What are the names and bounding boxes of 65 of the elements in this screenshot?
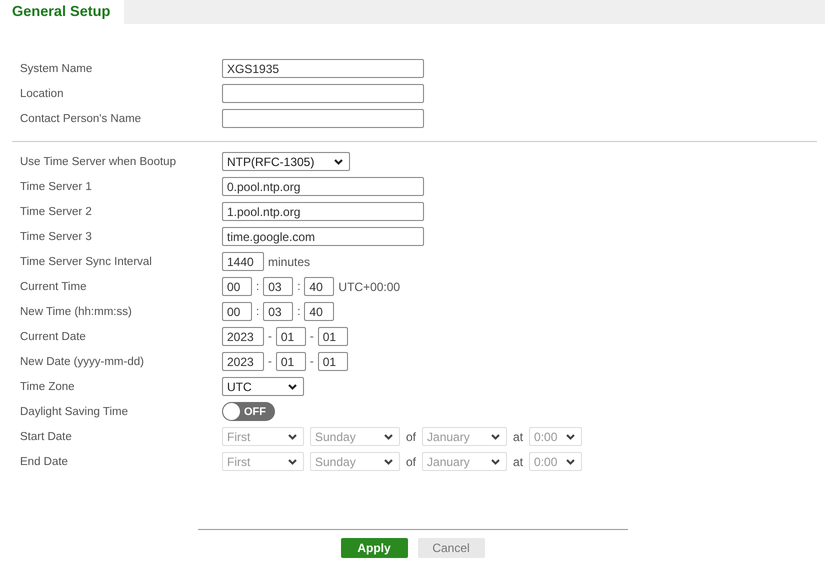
connector-word: at [513, 430, 524, 444]
input-field[interactable]: 1440 [222, 252, 264, 271]
input-field[interactable]: time.google.com [222, 227, 424, 246]
field-label: Contact Person's Name [20, 112, 142, 124]
separator: - [310, 330, 314, 342]
field-label: New Date (yyyy-mm-dd) [20, 356, 145, 368]
field-label: Daylight Saving Time [20, 406, 130, 418]
separator: : [256, 306, 260, 318]
timezone-label: UTC+00:00 [338, 280, 400, 294]
separator: - [268, 356, 272, 368]
toggle-switch[interactable]: OFF [222, 402, 275, 421]
separator: : [297, 306, 300, 318]
field-label: New Time (hh:mm:ss) [20, 306, 133, 318]
input-field[interactable]: 03 [263, 277, 294, 296]
caret-icon [288, 458, 297, 464]
caret-icon [384, 458, 393, 464]
input-field[interactable]: 01 [276, 352, 306, 371]
connector-word: at [513, 454, 524, 468]
input-field[interactable]: 1.pool.ntp.org [222, 202, 424, 221]
caret-icon [566, 458, 576, 464]
input-field[interactable]: 2023 [222, 327, 264, 346]
input-field[interactable]: 00 [222, 277, 252, 296]
caret-icon [334, 158, 344, 164]
dropdown[interactable]: NTP(RFC-1305) [222, 152, 350, 171]
unit-label: minutes [268, 254, 310, 268]
caret-icon [288, 434, 297, 440]
separator: - [310, 356, 314, 368]
field-label: Time Server 3 [20, 230, 93, 242]
caret-icon [288, 384, 297, 390]
field-label: Time Server 2 [20, 206, 93, 218]
input-field[interactable] [222, 109, 424, 128]
input-field[interactable]: 40 [304, 277, 334, 296]
field-label: End Date [20, 456, 69, 468]
input-field[interactable]: 0.pool.ntp.org [222, 177, 424, 196]
field-label: Current Date [20, 330, 87, 342]
input-field[interactable]: XGS1935 [222, 59, 424, 78]
tab[interactable]: General Setup [0, 0, 124, 24]
separator: - [268, 330, 272, 342]
connector-word: of [406, 430, 416, 444]
field-label: Location [20, 88, 64, 100]
caret-icon [566, 434, 576, 440]
field-label: Current Time [20, 280, 88, 292]
field-label: Time Zone [20, 380, 76, 392]
input-field[interactable]: 40 [304, 302, 334, 321]
input-field[interactable] [222, 84, 424, 103]
field-label: Start Date [20, 430, 73, 442]
input-field[interactable]: 01 [318, 352, 348, 371]
input-field[interactable]: 01 [318, 327, 348, 346]
input-field[interactable]: 2023 [222, 352, 264, 371]
input-field[interactable]: 00 [222, 302, 252, 321]
separator: : [256, 280, 260, 292]
field-label: Use Time Server when Bootup [20, 156, 177, 168]
field-label: Time Server Sync Interval [20, 256, 153, 268]
input-field[interactable]: 01 [276, 327, 306, 346]
caret-icon [491, 458, 500, 464]
input-field[interactable]: 03 [263, 302, 294, 321]
separator: : [297, 280, 300, 292]
field-label: Time Server 1 [20, 180, 93, 192]
apply-button[interactable]: Apply [340, 538, 408, 558]
connector-word: of [406, 454, 416, 468]
dropdown[interactable]: UTC [222, 377, 304, 396]
caret-icon [491, 434, 500, 440]
caret-icon [384, 434, 393, 440]
cancel-button[interactable]: Cancel [418, 538, 484, 558]
field-label: System Name [20, 62, 94, 74]
